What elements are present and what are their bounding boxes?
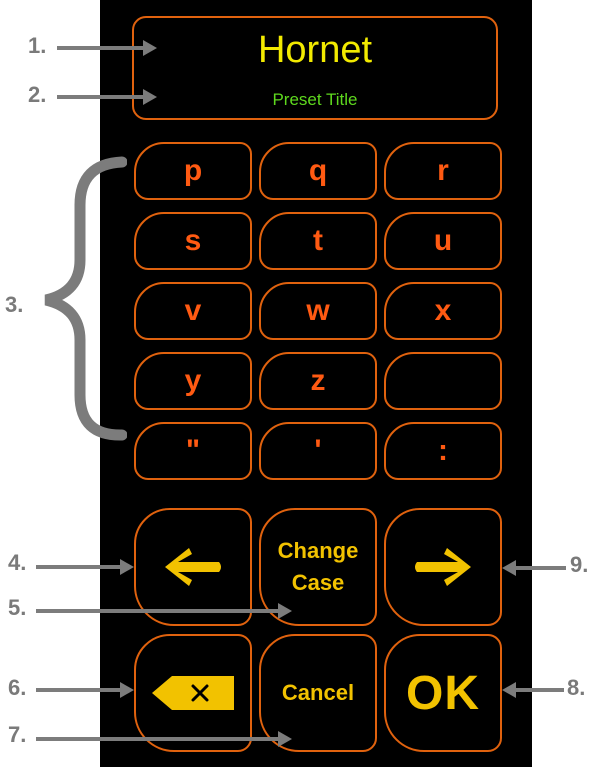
title-display: Hornet Preset Title [132,16,498,120]
change-case-label-line1: Change [277,538,359,563]
callout-5-line [36,609,280,613]
key-double-quote[interactable]: " [134,422,252,480]
key-v[interactable]: v [134,282,252,340]
ok-label: OK [406,666,480,720]
callout-7-arrow-icon [278,731,292,747]
callout-6: 6. [8,675,27,700]
callout-4-line [36,565,122,569]
callout-8-line [514,688,564,692]
callout-5: 5. [8,595,27,620]
key-y[interactable]: y [134,352,252,410]
key-colon[interactable]: : [384,422,502,480]
key-w[interactable]: w [259,282,377,340]
callout-3: 3. [5,292,24,317]
key-s[interactable]: s [134,212,252,270]
ok-button[interactable]: OK [384,634,502,752]
key-t[interactable]: t [259,212,377,270]
key-blank[interactable] [384,352,502,410]
callout-4: 4. [8,550,27,575]
key-p[interactable]: p [134,142,252,200]
key-apostrophe[interactable]: ' [259,422,377,480]
callout-8: 8. [567,675,586,700]
preset-title-label: Preset Title [272,90,358,109]
cancel-label: Cancel [281,680,355,705]
callout-6-arrow-icon [120,682,134,698]
callout-7: 7. [8,722,27,747]
callout-4-arrow-icon [120,559,134,575]
callout-5-arrow-icon [278,603,292,619]
callout-2-arrow-icon [143,89,157,105]
callout-6-line [36,688,122,692]
callout-1-line [57,46,145,50]
key-z[interactable]: z [259,352,377,410]
key-r[interactable]: r [384,142,502,200]
callout-2-line [57,95,145,99]
preset-name: Hornet [257,29,373,71]
callout-9: 9. [570,552,589,577]
change-case-label-line2: Case [291,570,345,595]
callout-9-line [514,566,566,570]
arrow-right-icon [415,548,471,586]
key-q[interactable]: q [259,142,377,200]
backspace-icon [152,676,234,710]
cursor-right-button[interactable] [384,508,502,626]
arrow-left-icon [165,548,221,586]
cancel-button[interactable]: Cancel [259,634,377,752]
callout-2: 2. [28,82,47,107]
key-u[interactable]: u [384,212,502,270]
callout-1-arrow-icon [143,40,157,56]
callout-7-line [36,737,280,741]
backspace-button[interactable] [134,634,252,752]
brace-icon [44,156,127,441]
key-x[interactable]: x [384,282,502,340]
callout-1: 1. [28,33,47,58]
